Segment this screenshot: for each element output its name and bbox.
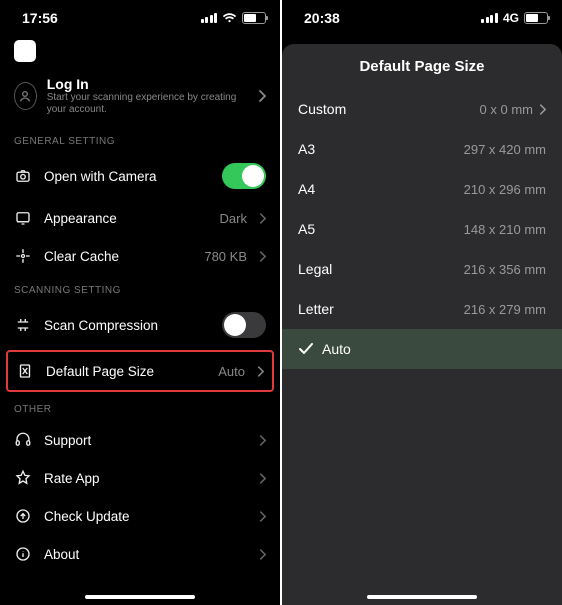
- chevron-right-icon: [259, 435, 266, 446]
- status-time: 17:56: [22, 10, 58, 26]
- chevron-right-icon: [259, 213, 266, 224]
- battery-icon: [242, 12, 266, 24]
- option-label: Custom: [298, 101, 346, 117]
- chevron-right-icon: [259, 511, 266, 522]
- status-bar: 17:56: [0, 0, 280, 36]
- battery-icon: [524, 12, 548, 24]
- chevron-right-icon: [257, 366, 264, 377]
- login-row[interactable]: Log In Start your scanning experience by…: [0, 70, 280, 126]
- option-label: Legal: [298, 261, 332, 277]
- status-bar: 20:38 4G: [282, 0, 562, 36]
- signal-icon: [481, 13, 498, 23]
- section-other: OTHER: [0, 394, 280, 421]
- option-value: 297 x 420 mm: [464, 142, 546, 157]
- row-label: Default Page Size: [46, 364, 206, 379]
- chevron-right-icon: [539, 104, 546, 115]
- cache-icon: [14, 247, 32, 265]
- chevron-right-icon: [259, 251, 266, 262]
- option-value: 210 x 296 mm: [464, 182, 546, 197]
- row-clear-cache[interactable]: Clear Cache 780 KB: [0, 237, 280, 275]
- row-default-page-size[interactable]: Default Page Size Auto: [6, 350, 274, 392]
- chevron-right-icon: [259, 473, 266, 484]
- option-value: 0 x 0 mm: [480, 102, 546, 117]
- appearance-icon: [14, 209, 32, 227]
- row-label: Open with Camera: [44, 169, 210, 184]
- star-icon: [14, 469, 32, 487]
- camera-icon: [14, 167, 32, 185]
- row-appearance[interactable]: Appearance Dark: [0, 199, 280, 237]
- login-text: Log In Start your scanning experience by…: [47, 76, 248, 116]
- option-label: Letter: [298, 301, 334, 317]
- toggle-off[interactable]: [222, 312, 266, 338]
- option-value: 216 x 356 mm: [464, 262, 546, 277]
- option-a5[interactable]: A5 148 x 210 mm: [282, 209, 562, 249]
- option-value: 216 x 279 mm: [464, 302, 546, 317]
- option-a3[interactable]: A3 297 x 420 mm: [282, 129, 562, 169]
- status-icons: [201, 12, 267, 24]
- option-label: Auto: [322, 341, 351, 357]
- option-label: A4: [298, 181, 315, 197]
- home-indicator[interactable]: [367, 595, 477, 599]
- status-icons: 4G: [481, 11, 548, 25]
- option-letter[interactable]: Letter 216 x 279 mm: [282, 289, 562, 329]
- login-title: Log In: [47, 76, 248, 92]
- section-scanning: SCANNING SETTING: [0, 275, 280, 302]
- row-scan-compression[interactable]: Scan Compression: [0, 302, 280, 348]
- row-about[interactable]: About: [0, 535, 280, 573]
- toggle-on[interactable]: [222, 163, 266, 189]
- login-subtitle: Start your scanning experience by creati…: [47, 92, 248, 116]
- home-indicator[interactable]: [85, 595, 195, 599]
- update-icon: [14, 507, 32, 525]
- wifi-icon: [222, 12, 237, 24]
- row-label: Clear Cache: [44, 249, 192, 264]
- row-update[interactable]: Check Update: [0, 497, 280, 535]
- row-label: Check Update: [44, 509, 247, 524]
- page-size-icon: [16, 362, 34, 380]
- info-icon: [14, 545, 32, 563]
- option-legal[interactable]: Legal 216 x 356 mm: [282, 249, 562, 289]
- row-support[interactable]: Support: [0, 421, 280, 459]
- option-auto[interactable]: Auto: [282, 329, 562, 369]
- row-value: 780 KB: [204, 249, 247, 264]
- option-label: A5: [298, 221, 315, 237]
- section-general: GENERAL SETTING: [0, 126, 280, 153]
- sheet-title: Default Page Size: [282, 44, 562, 89]
- option-label: A3: [298, 141, 315, 157]
- row-label: Scan Compression: [44, 318, 210, 333]
- row-rate[interactable]: Rate App: [0, 459, 280, 497]
- status-time: 20:38: [304, 10, 340, 26]
- avatar-icon: [14, 82, 37, 110]
- check-icon: [298, 343, 314, 355]
- row-label: About: [44, 547, 247, 562]
- options-sheet: Default Page Size Custom 0 x 0 mm A3 297…: [282, 44, 562, 605]
- compression-icon: [14, 316, 32, 334]
- signal-icon: [201, 13, 218, 23]
- network-label: 4G: [503, 11, 519, 25]
- chevron-right-icon: [258, 90, 266, 102]
- support-icon: [14, 431, 32, 449]
- row-label: Support: [44, 433, 247, 448]
- page-size-screen: 20:38 4G Default Page Size Custom 0 x 0 …: [282, 0, 562, 605]
- option-a4[interactable]: A4 210 x 296 mm: [282, 169, 562, 209]
- row-value: Dark: [220, 211, 247, 226]
- option-custom[interactable]: Custom 0 x 0 mm: [282, 89, 562, 129]
- row-open-camera[interactable]: Open with Camera: [0, 153, 280, 199]
- settings-screen: 17:56 Log In Start your scanning experie…: [0, 0, 280, 605]
- app-logo: [14, 40, 36, 62]
- row-label: Rate App: [44, 471, 247, 486]
- row-label: Appearance: [44, 211, 208, 226]
- row-value: Auto: [218, 364, 245, 379]
- chevron-right-icon: [259, 549, 266, 560]
- option-value: 148 x 210 mm: [464, 222, 546, 237]
